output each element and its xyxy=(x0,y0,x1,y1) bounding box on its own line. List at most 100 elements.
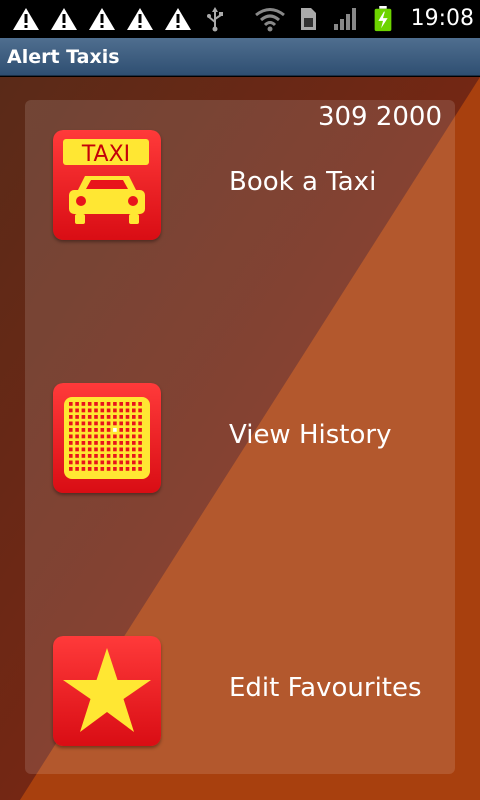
grid-cell xyxy=(100,415,105,419)
grid-cell xyxy=(138,454,142,458)
grid-cell xyxy=(106,460,111,465)
grid-cell xyxy=(138,408,142,413)
grid-cell xyxy=(75,460,79,465)
grid-cell xyxy=(119,415,123,419)
edit-favourites-item[interactable]: Edit Favourites xyxy=(53,636,443,746)
view-history-item[interactable]: View History xyxy=(53,383,443,493)
grid-cell xyxy=(87,421,92,426)
grid-cell xyxy=(113,428,117,432)
grid-cell xyxy=(106,421,111,426)
book-taxi-label: Book a Taxi xyxy=(229,167,377,197)
edit-favourites-label: Edit Favourites xyxy=(229,673,422,703)
title-bar: Alert Taxis xyxy=(0,38,480,76)
grid-cell xyxy=(113,441,117,445)
grid-cell xyxy=(75,415,79,419)
grid-cell xyxy=(75,434,79,439)
sim-icon xyxy=(301,8,316,30)
grid-cell xyxy=(69,428,73,432)
grid-cell xyxy=(100,467,105,471)
grid-cell xyxy=(69,415,73,419)
grid-cell xyxy=(119,460,123,465)
grid-cell xyxy=(75,421,79,426)
grid-cell xyxy=(106,441,111,445)
usb-icon xyxy=(207,7,223,32)
warning-icon xyxy=(13,8,39,30)
grid-cell xyxy=(132,454,136,458)
grid-cell xyxy=(119,434,123,439)
grid-cell xyxy=(119,454,123,458)
grid-cell xyxy=(113,408,117,413)
grid-cell xyxy=(75,467,79,471)
grid-cell xyxy=(119,421,123,426)
grid-cell xyxy=(138,402,142,406)
grid-cell xyxy=(100,421,105,426)
grid-cell xyxy=(132,447,136,452)
grid-cell xyxy=(125,402,130,406)
grid-cell xyxy=(94,460,98,465)
phone-number[interactable]: 309 2000 xyxy=(318,102,442,132)
grid-cell xyxy=(81,428,86,432)
grid-cell xyxy=(100,454,105,458)
grid-cell xyxy=(125,441,130,445)
grid-cell xyxy=(94,402,98,406)
grid-cell xyxy=(138,428,142,432)
view-history-label: View History xyxy=(229,420,392,450)
grid-cell xyxy=(81,467,86,471)
grid-cell xyxy=(69,408,73,413)
grid-cell xyxy=(94,454,98,458)
grid-cell xyxy=(100,447,105,452)
grid-cell xyxy=(87,454,92,458)
grid-cell xyxy=(125,460,130,465)
grid-cell xyxy=(81,408,86,413)
grid-cell xyxy=(113,434,117,439)
grid-cell xyxy=(138,441,142,445)
history-grid-icon[interactable] xyxy=(53,383,161,493)
grid-cell xyxy=(106,415,111,419)
grid-cell xyxy=(81,415,86,419)
grid-cell xyxy=(87,402,92,406)
grid-cell xyxy=(106,428,111,432)
star-icon[interactable] xyxy=(53,636,161,746)
grid-cell xyxy=(94,408,98,413)
grid-cell xyxy=(81,402,86,406)
grid-cell xyxy=(75,441,79,445)
warning-icon xyxy=(89,8,115,30)
grid-cell xyxy=(94,415,98,419)
grid-cell xyxy=(132,467,136,471)
grid-cell xyxy=(119,408,123,413)
grid-cell xyxy=(100,428,105,432)
grid-cell xyxy=(125,447,130,452)
taxi-icon[interactable]: TAXI xyxy=(53,130,161,240)
grid-cell xyxy=(69,447,73,452)
grid-cell xyxy=(113,460,117,465)
grid-cell xyxy=(113,454,117,458)
grid-cell xyxy=(94,421,98,426)
grid-cell xyxy=(87,467,92,471)
grid-cell xyxy=(132,460,136,465)
grid-cell xyxy=(132,434,136,439)
grid-cell xyxy=(125,408,130,413)
taxi-sign-label: TAXI xyxy=(81,142,130,167)
grid-cell xyxy=(132,408,136,413)
grid-cell xyxy=(87,460,92,465)
grid-cell xyxy=(100,441,105,445)
grid-cell xyxy=(87,415,92,419)
grid-cell xyxy=(75,447,79,452)
grid-cell xyxy=(81,421,86,426)
grid-cell xyxy=(69,441,73,445)
grid-cell xyxy=(81,447,86,452)
grid-cell xyxy=(81,454,86,458)
grid-cell xyxy=(94,434,98,439)
grid-cell xyxy=(100,408,105,413)
grid-cell xyxy=(75,454,79,458)
grid-cell xyxy=(138,447,142,452)
grid-cell xyxy=(69,434,73,439)
grid-cell xyxy=(69,467,73,471)
grid-cell xyxy=(125,467,130,471)
grid-cell xyxy=(132,428,136,432)
grid-cell xyxy=(138,434,142,439)
grid-cell xyxy=(106,402,111,406)
grid-cell xyxy=(132,421,136,426)
book-taxi-item[interactable]: TAXI Book a Taxi xyxy=(53,130,443,240)
grid-cell xyxy=(100,460,105,465)
